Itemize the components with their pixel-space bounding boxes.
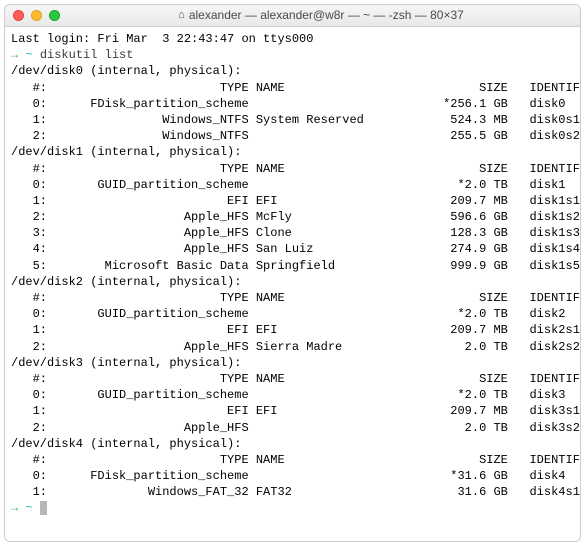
terminal-line: → ~ diskutil list (11, 47, 574, 63)
terminal-line: 4: Apple_HFS San Luiz 274.9 GB disk1s4 (11, 241, 574, 257)
terminal-line: 0: FDisk_partition_scheme *256.1 GB disk… (11, 96, 574, 112)
terminal-line: #: TYPE NAME SIZE IDENTIFIER (11, 80, 574, 96)
terminal-body[interactable]: Last login: Fri Mar 3 22:43:47 on ttys00… (5, 27, 580, 541)
terminal-line: 1: Windows_FAT_32 FAT32 31.6 GB disk4s1 (11, 484, 574, 500)
terminal-line: #: TYPE NAME SIZE IDENTIFIER (11, 290, 574, 306)
terminal-line: 1: Windows_NTFS System Reserved 524.3 MB… (11, 112, 574, 128)
terminal-line: 0: GUID_partition_scheme *2.0 TB disk1 (11, 177, 574, 193)
terminal-line: /dev/disk2 (internal, physical): (11, 274, 574, 290)
terminal-line: 3: Apple_HFS Clone 128.3 GB disk1s3 (11, 225, 574, 241)
terminal-line: #: TYPE NAME SIZE IDENTIFIER (11, 371, 574, 387)
terminal-line: #: TYPE NAME SIZE IDENTIFIER (11, 452, 574, 468)
terminal-line: 2: Apple_HFS 2.0 TB disk3s2 (11, 420, 574, 436)
prompt-arrow-icon: → (11, 501, 18, 515)
terminal-line: Last login: Fri Mar 3 22:43:47 on ttys00… (11, 31, 574, 47)
terminal-line: /dev/disk3 (internal, physical): (11, 355, 574, 371)
prompt-arrow-icon: → (11, 48, 18, 62)
terminal-line: 2: Windows_NTFS 255.5 GB disk0s2 (11, 128, 574, 144)
terminal-line: /dev/disk1 (internal, physical): (11, 144, 574, 160)
terminal-line: 0: FDisk_partition_scheme *31.6 GB disk4 (11, 468, 574, 484)
home-icon: ⌂ (178, 8, 185, 23)
titlebar[interactable]: ⌂ alexander — alexander@w8r — ~ — -zsh —… (5, 5, 580, 27)
cursor (40, 501, 47, 515)
zoom-icon[interactable] (49, 10, 60, 21)
terminal-line: 1: EFI EFI 209.7 MB disk2s1 (11, 322, 574, 338)
close-icon[interactable] (13, 10, 24, 21)
terminal-line: 5: Microsoft Basic Data Springfield 999.… (11, 258, 574, 274)
terminal-line: /dev/disk0 (internal, physical): (11, 63, 574, 79)
terminal-window: ⌂ alexander — alexander@w8r — ~ — -zsh —… (4, 4, 581, 542)
terminal-line: 2: Apple_HFS Sierra Madre 2.0 TB disk2s2 (11, 339, 574, 355)
terminal-line: 1: EFI EFI 209.7 MB disk3s1 (11, 403, 574, 419)
terminal-line: → ~ (11, 500, 574, 516)
terminal-line: /dev/disk4 (internal, physical): (11, 436, 574, 452)
prompt-path: ~ (25, 501, 32, 515)
terminal-line: 1: EFI EFI 209.7 MB disk1s1 (11, 193, 574, 209)
command-text: diskutil list (40, 48, 134, 62)
window-title-wrap: ⌂ alexander — alexander@w8r — ~ — -zsh —… (70, 7, 572, 23)
prompt-path: ~ (25, 48, 32, 62)
terminal-line: 0: GUID_partition_scheme *2.0 TB disk3 (11, 387, 574, 403)
minimize-icon[interactable] (31, 10, 42, 21)
window-title: alexander — alexander@w8r — ~ — -zsh — 8… (189, 7, 464, 23)
terminal-line: 0: GUID_partition_scheme *2.0 TB disk2 (11, 306, 574, 322)
terminal-line: 2: Apple_HFS McFly 596.6 GB disk1s2 (11, 209, 574, 225)
terminal-line: #: TYPE NAME SIZE IDENTIFIER (11, 161, 574, 177)
traffic-lights (13, 10, 60, 21)
